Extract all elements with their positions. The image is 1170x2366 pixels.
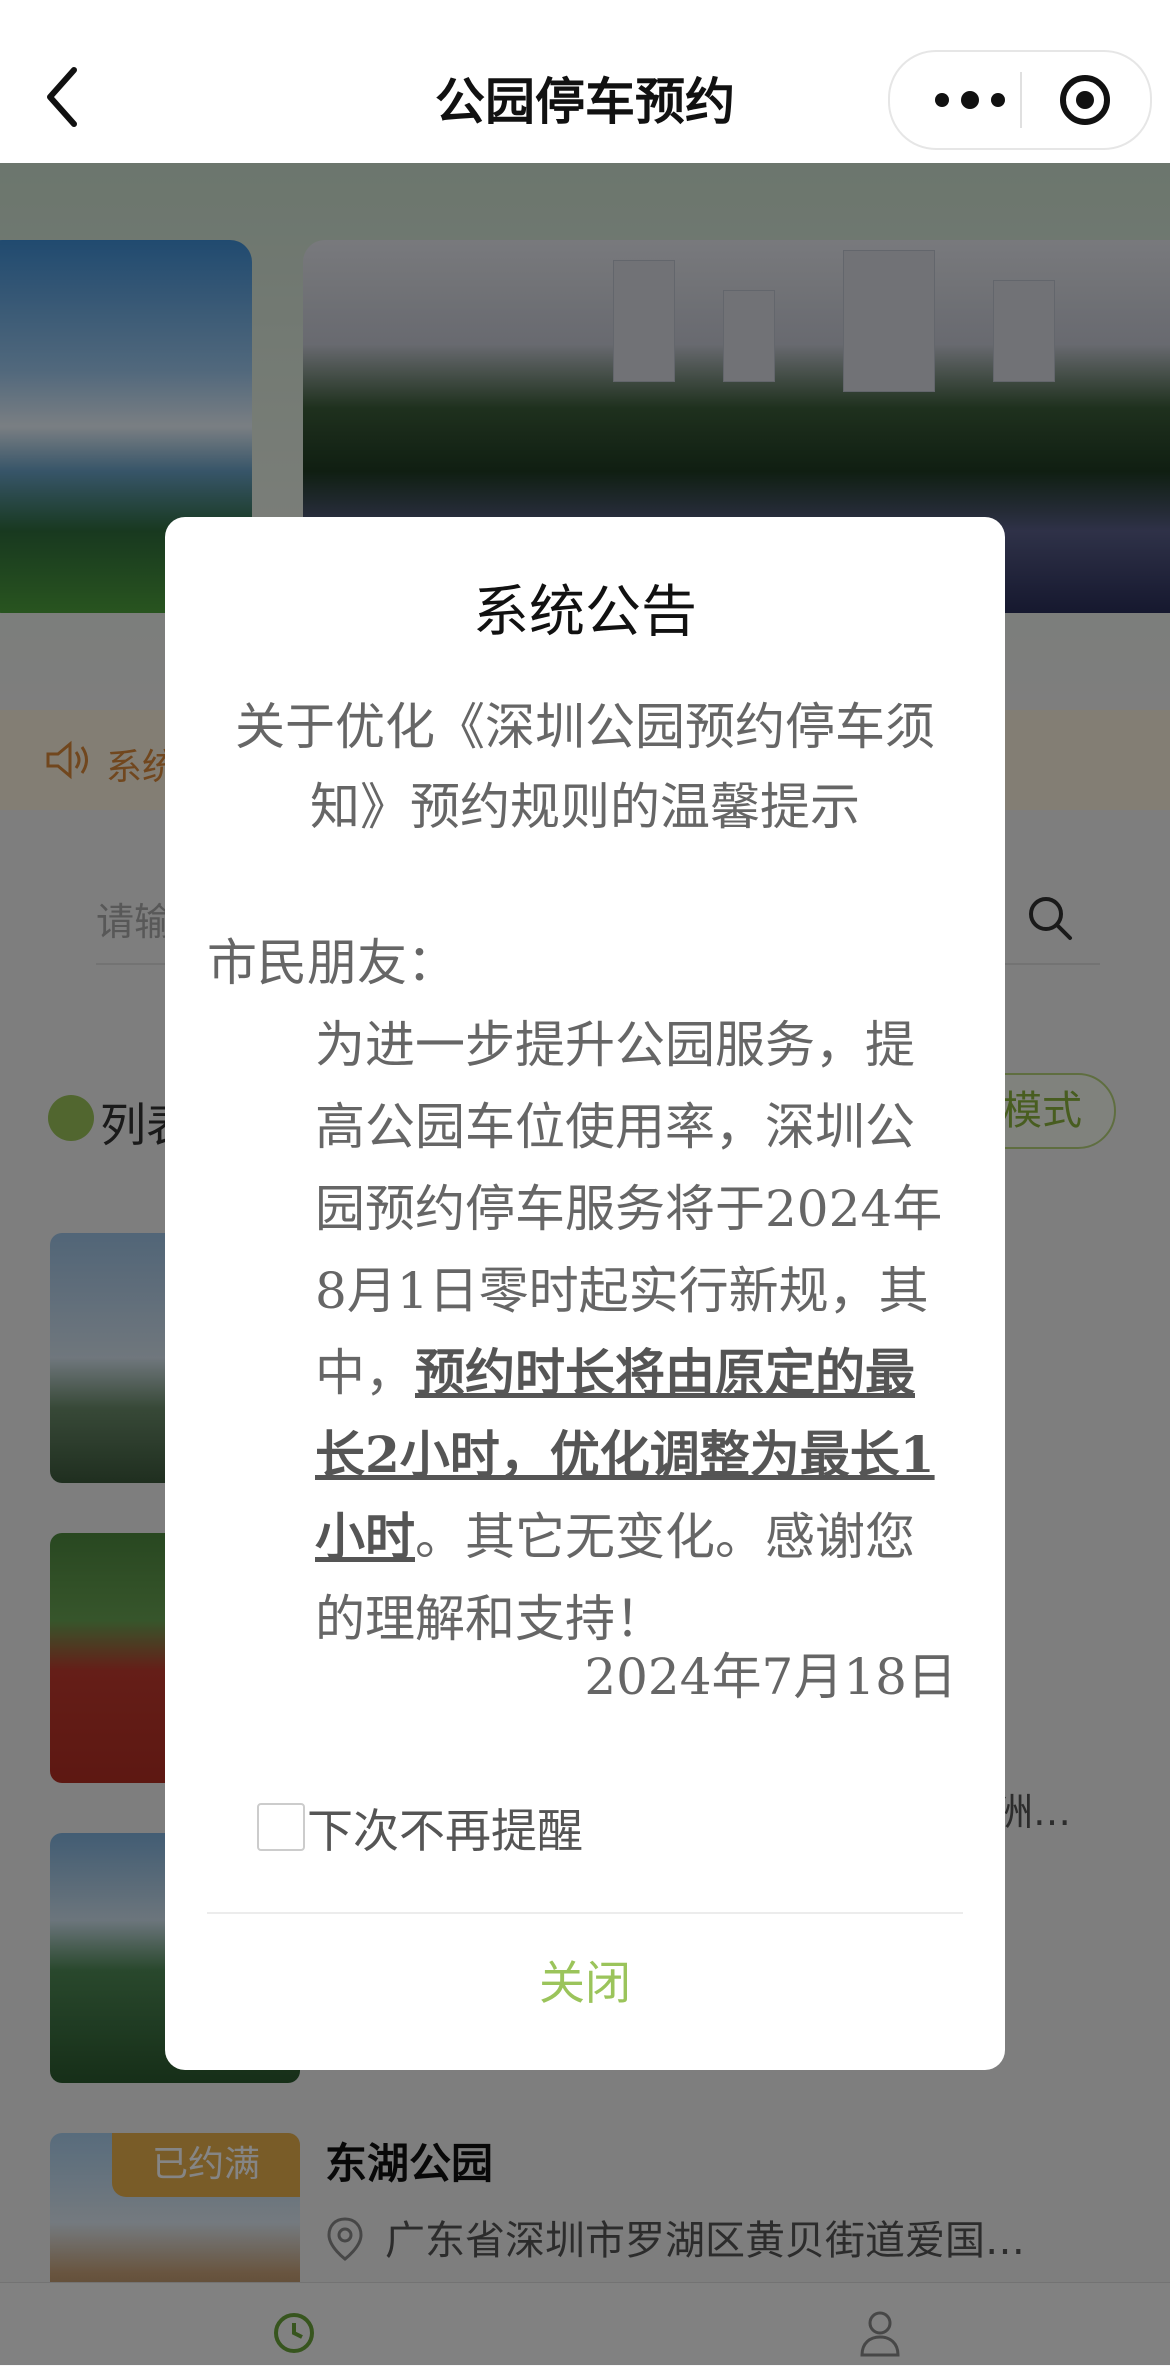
more-dots-icon[interactable] [920, 75, 1020, 125]
close-miniapp-icon[interactable] [1055, 72, 1115, 128]
dont-remind-checkbox[interactable] [257, 1803, 305, 1851]
capsule-divider [1020, 72, 1022, 128]
modal-paragraph: 为进一步提升公园服务，提高公园车位使用率，深圳公园预约停车服务将于2024年8月… [207, 1004, 953, 1660]
announcement-date: 2024年7月18日 [584, 1648, 957, 1706]
miniapp-capsule [888, 50, 1152, 150]
modal-subtitle: 关于优化《深圳公园预约停车须知》预约规则的温馨提示 [235, 698, 935, 836]
modal-body: 市民朋友： 为进一步提升公园服务，提高公园车位使用率，深圳公园预约停车服务将于2… [207, 922, 953, 1660]
nav-header: 公园停车预约 [0, 0, 1170, 163]
modal-greeting: 市民朋友： [207, 934, 457, 992]
dont-remind-label[interactable]: 下次不再提醒 [307, 1795, 583, 1861]
modal-divider [207, 1912, 963, 1914]
announcement-modal: 系统公告 关于优化《深圳公园预约停车须知》预约规则的温馨提示 市民朋友： 为进一… [165, 517, 1005, 2070]
close-button[interactable]: 关闭 [165, 1947, 1005, 2013]
modal-title: 系统公告 [473, 580, 697, 645]
